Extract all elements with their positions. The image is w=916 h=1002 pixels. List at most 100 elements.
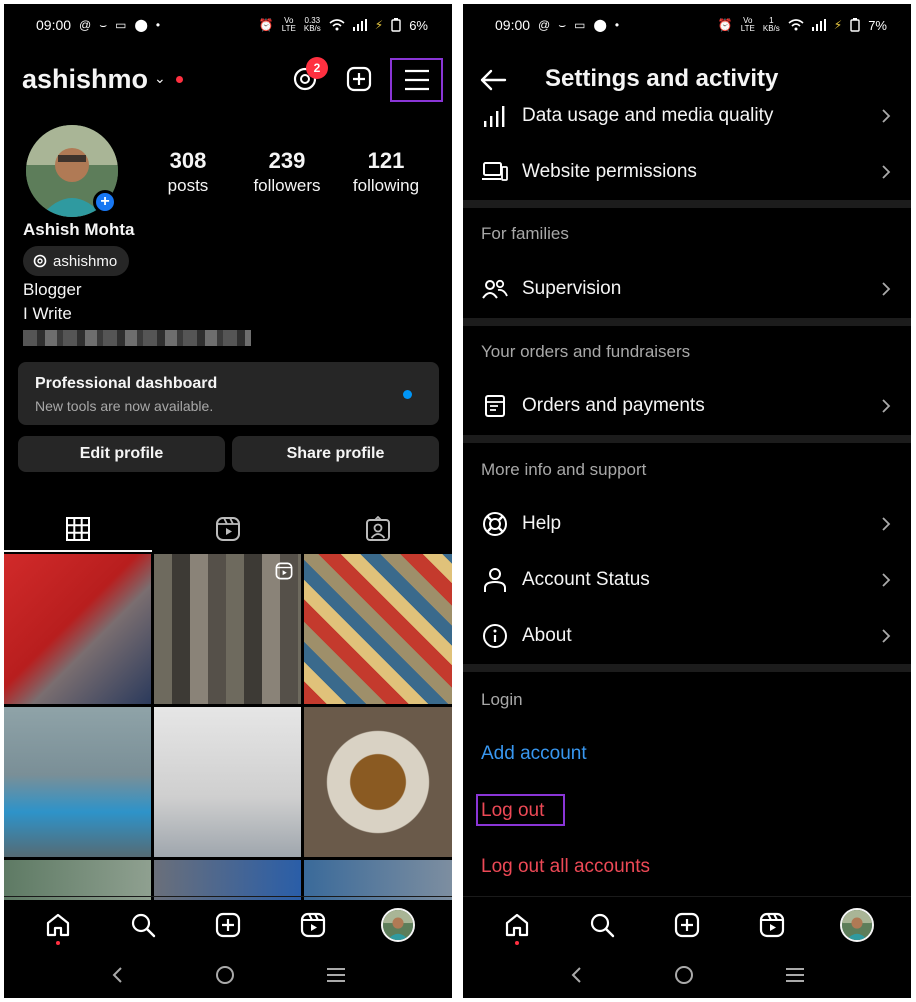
row-help[interactable]: Help [463, 504, 911, 544]
post-thumbnail[interactable] [154, 554, 301, 704]
row-label: Website permissions [522, 161, 697, 182]
section-title: For families [481, 224, 569, 243]
nav-create[interactable] [665, 903, 709, 947]
section-title: Login [481, 690, 523, 709]
chevron-right-icon [882, 399, 891, 413]
back-nav-icon[interactable] [569, 966, 583, 984]
posts-grid [4, 554, 452, 900]
add-story-button[interactable]: + [93, 190, 117, 214]
blurred-bio-link [23, 330, 251, 346]
post-thumbnail[interactable] [154, 860, 301, 900]
nav-profile[interactable] [835, 903, 879, 947]
post-thumbnail[interactable] [304, 860, 452, 900]
signal-bars-icon [481, 102, 509, 130]
post-thumbnail[interactable] [4, 554, 151, 704]
system-navigation [4, 952, 452, 998]
dashboard-subtitle: New tools are now available. [35, 398, 214, 414]
bio-line: I Write [23, 304, 72, 323]
nav-search[interactable] [121, 903, 165, 947]
volte-icon: Vo LTE [740, 16, 755, 33]
tagged-person-icon [366, 516, 390, 541]
wifi-icon [788, 19, 804, 31]
row-data-usage[interactable]: Data usage and media quality [463, 96, 911, 136]
share-profile-button[interactable]: Share profile [232, 436, 439, 472]
recents-nav-icon[interactable] [785, 967, 805, 983]
bio-line: Blogger [23, 280, 82, 299]
nav-home[interactable] [495, 903, 539, 947]
full-name: Ashish Mohta [23, 220, 135, 239]
section-divider [463, 664, 911, 672]
post-thumbnail[interactable] [4, 860, 151, 900]
tab-posts-grid[interactable] [4, 509, 152, 549]
row-orders-payments[interactable]: Orders and payments [463, 386, 911, 426]
row-label: Orders and payments [522, 395, 705, 416]
posts-stat[interactable]: 308 posts [143, 148, 233, 196]
nav-search[interactable] [580, 903, 624, 947]
nav-create[interactable] [206, 903, 250, 947]
chevron-right-icon [882, 282, 891, 296]
home-nav-icon[interactable] [674, 965, 694, 985]
battery-icon [850, 18, 860, 32]
account-notification-dot [176, 76, 183, 83]
edit-profile-button[interactable]: Edit profile [18, 436, 225, 472]
home-icon [506, 913, 529, 936]
devices-icon [481, 158, 509, 186]
section-title: Your orders and fundraisers [481, 342, 691, 361]
alarm-icon: ⏰ [258, 18, 274, 32]
row-account-status[interactable]: Account Status [463, 560, 911, 600]
row-supervision[interactable]: Supervision [463, 269, 911, 309]
post-thumbnail[interactable] [4, 707, 151, 857]
back-nav-icon[interactable] [110, 966, 124, 984]
following-stat[interactable]: 121 following [341, 148, 431, 196]
threads-handle-pill[interactable]: ashishmo [23, 246, 130, 276]
row-website-permissions[interactable]: Website permissions [463, 152, 911, 192]
nav-home[interactable] [36, 903, 80, 947]
nav-profile[interactable] [376, 903, 420, 947]
message-icon: ▭ [574, 18, 586, 32]
settings-screen: 09:00 @ ⌣ ▭ ⬤ • ⏰ Vo LTE 1 KB/s ⚡ 7% Setti… [463, 4, 911, 998]
menu-button[interactable] [390, 58, 443, 102]
profile-avatar-small [839, 907, 874, 942]
add-account-link[interactable]: Add account [481, 743, 587, 765]
create-button[interactable] [344, 64, 374, 94]
threads-handle: ashishmo [53, 252, 118, 270]
followers-count: 239 [268, 148, 306, 173]
status-bar: 09:00 @ ⌣ ▭ ⬤ • ⏰ Vo LTE 1 KB/s ⚡ 7% [463, 4, 911, 46]
username-switcher[interactable]: ashishmo [22, 64, 148, 95]
profile-avatar-small [380, 907, 415, 942]
alarm-icon: ⏰ [717, 18, 733, 32]
section-title: More info and support [481, 460, 647, 479]
chevron-right-icon [882, 165, 891, 179]
status-time: 09:00 [36, 17, 72, 33]
chevron-right-icon [882, 629, 891, 643]
profile-screen: 09:00 @ ⌣ ▭ ⬤ • ⏰ Vo LTE 0.33 KB/s ⚡ 6% as… [4, 4, 452, 998]
row-label: Supervision [522, 278, 622, 299]
following-count: 121 [367, 148, 405, 173]
chevron-down-icon[interactable]: ⌄ [154, 70, 166, 87]
search-icon [591, 913, 615, 937]
nav-reels[interactable] [291, 903, 335, 947]
charging-icon: ⚡ [833, 18, 843, 32]
battery-icon [391, 18, 401, 32]
nav-reels[interactable] [750, 903, 794, 947]
log-out-all-link[interactable]: Log out all accounts [481, 856, 650, 878]
professional-dashboard[interactable]: Professional dashboard New tools are now… [18, 362, 439, 425]
tab-tagged[interactable] [304, 509, 452, 549]
recents-nav-icon[interactable] [326, 967, 346, 983]
row-about[interactable]: About [463, 616, 911, 656]
followers-stat[interactable]: 239 followers [242, 148, 332, 196]
location-icon: ⬤ [134, 18, 148, 32]
home-nav-icon[interactable] [215, 965, 235, 985]
back-arrow-icon[interactable] [479, 66, 507, 94]
reels-icon [216, 517, 240, 541]
post-thumbnail[interactable] [154, 707, 301, 857]
post-thumbnail[interactable] [304, 707, 452, 857]
row-label: Help [522, 513, 562, 534]
chevron-right-icon [882, 109, 891, 123]
post-thumbnail[interactable] [304, 554, 452, 704]
battery-level: 6% [409, 17, 428, 33]
log-out-link[interactable]: Log out [481, 800, 544, 822]
posts-label: posts [167, 176, 209, 195]
tab-reels[interactable] [154, 509, 302, 549]
bottom-nav [463, 896, 911, 952]
